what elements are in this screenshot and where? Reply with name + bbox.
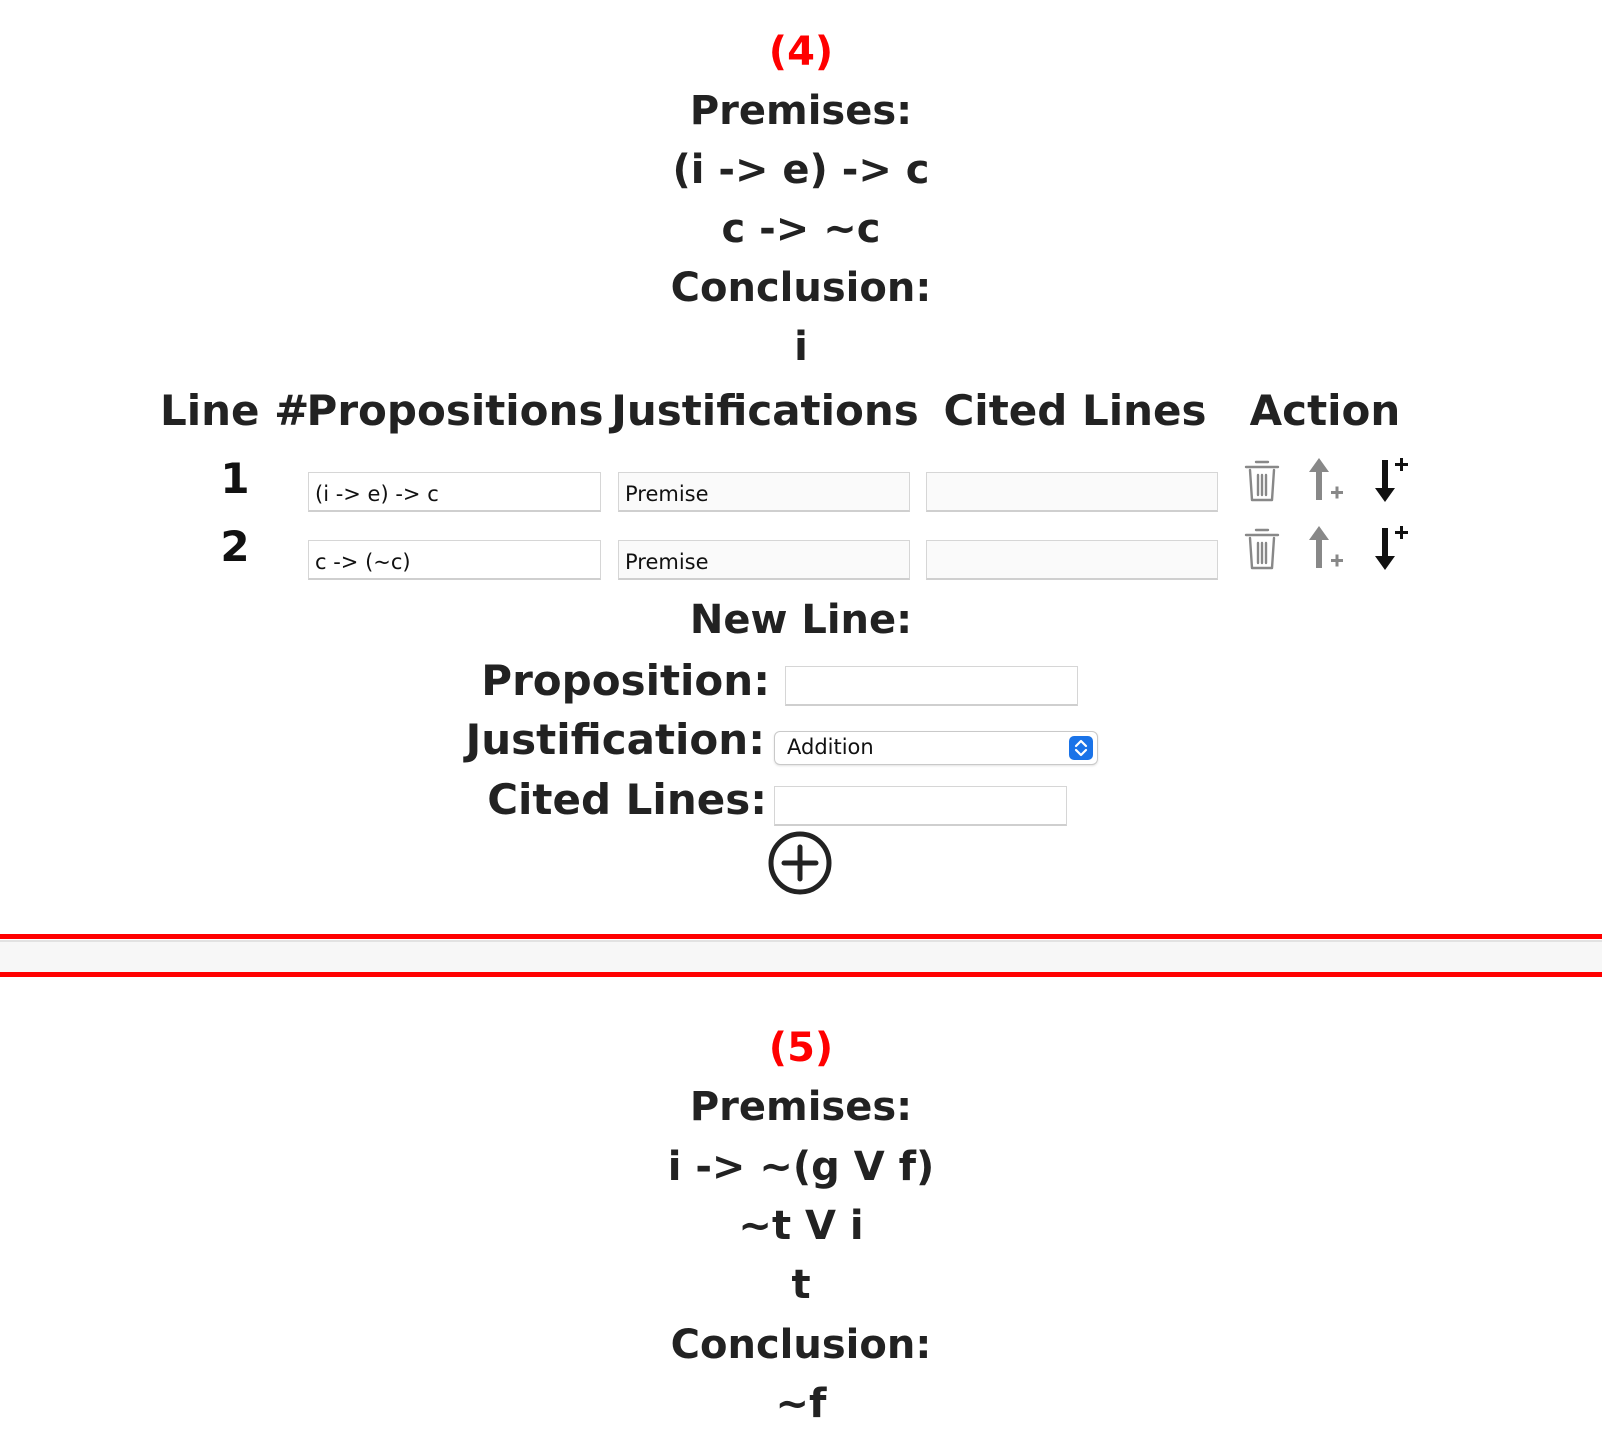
trash-icon[interactable] [1242,456,1282,504]
new-cited-lines-input[interactable] [774,786,1067,826]
conclusion-value: i [794,324,808,370]
conclusion-value: ~f [775,1381,827,1427]
justification-selected-value: Addition [787,735,874,759]
new-line-title: New Line: [689,597,913,643]
proposition-input[interactable] [308,540,601,580]
trash-icon[interactable] [1242,524,1282,572]
proposition-input[interactable] [308,472,601,512]
premise-1: (i -> e) -> c [672,147,930,193]
premise-2: ~t V i [738,1203,864,1249]
header-justifications: Justifications [611,386,919,435]
premises-label: Premises: [689,88,913,134]
problem-number: (5) [768,1025,834,1071]
cited-lines-label: Cited Lines: [487,775,767,824]
section-divider-top [0,934,1602,939]
cited-lines-field [926,472,1218,512]
line-number: 1 [220,454,250,503]
conclusion-label: Conclusion: [670,265,932,311]
justification-field [618,540,910,580]
insert-above-icon[interactable] [1306,524,1346,572]
header-action: Action [1249,386,1401,435]
header-line-number: Line # [160,386,310,435]
insert-below-icon[interactable] [1371,454,1411,504]
plus-circle-icon[interactable] [767,830,833,896]
premise-2: c -> ~c [721,206,881,252]
line-number: 2 [220,522,250,571]
section-divider-bottom [0,972,1602,977]
premises-label: Premises: [689,1084,913,1130]
justification-select[interactable]: Addition [774,731,1098,765]
cited-lines-field [926,540,1218,580]
section-divider-band [0,940,1602,972]
insert-above-icon[interactable] [1306,456,1346,504]
premise-3: t [791,1262,811,1308]
problem-number: (4) [768,29,834,75]
insert-below-icon[interactable] [1371,522,1411,572]
premise-1: i -> ~(g V f) [667,1144,935,1190]
justification-label: Justification: [465,715,765,764]
conclusion-label: Conclusion: [670,1322,932,1368]
new-proposition-input[interactable] [785,666,1078,706]
proposition-label: Proposition: [481,656,770,705]
header-cited-lines: Cited Lines [943,386,1207,435]
chevron-updown-icon [1069,736,1093,760]
justification-field [618,472,910,512]
header-propositions: Propositions [306,386,604,435]
